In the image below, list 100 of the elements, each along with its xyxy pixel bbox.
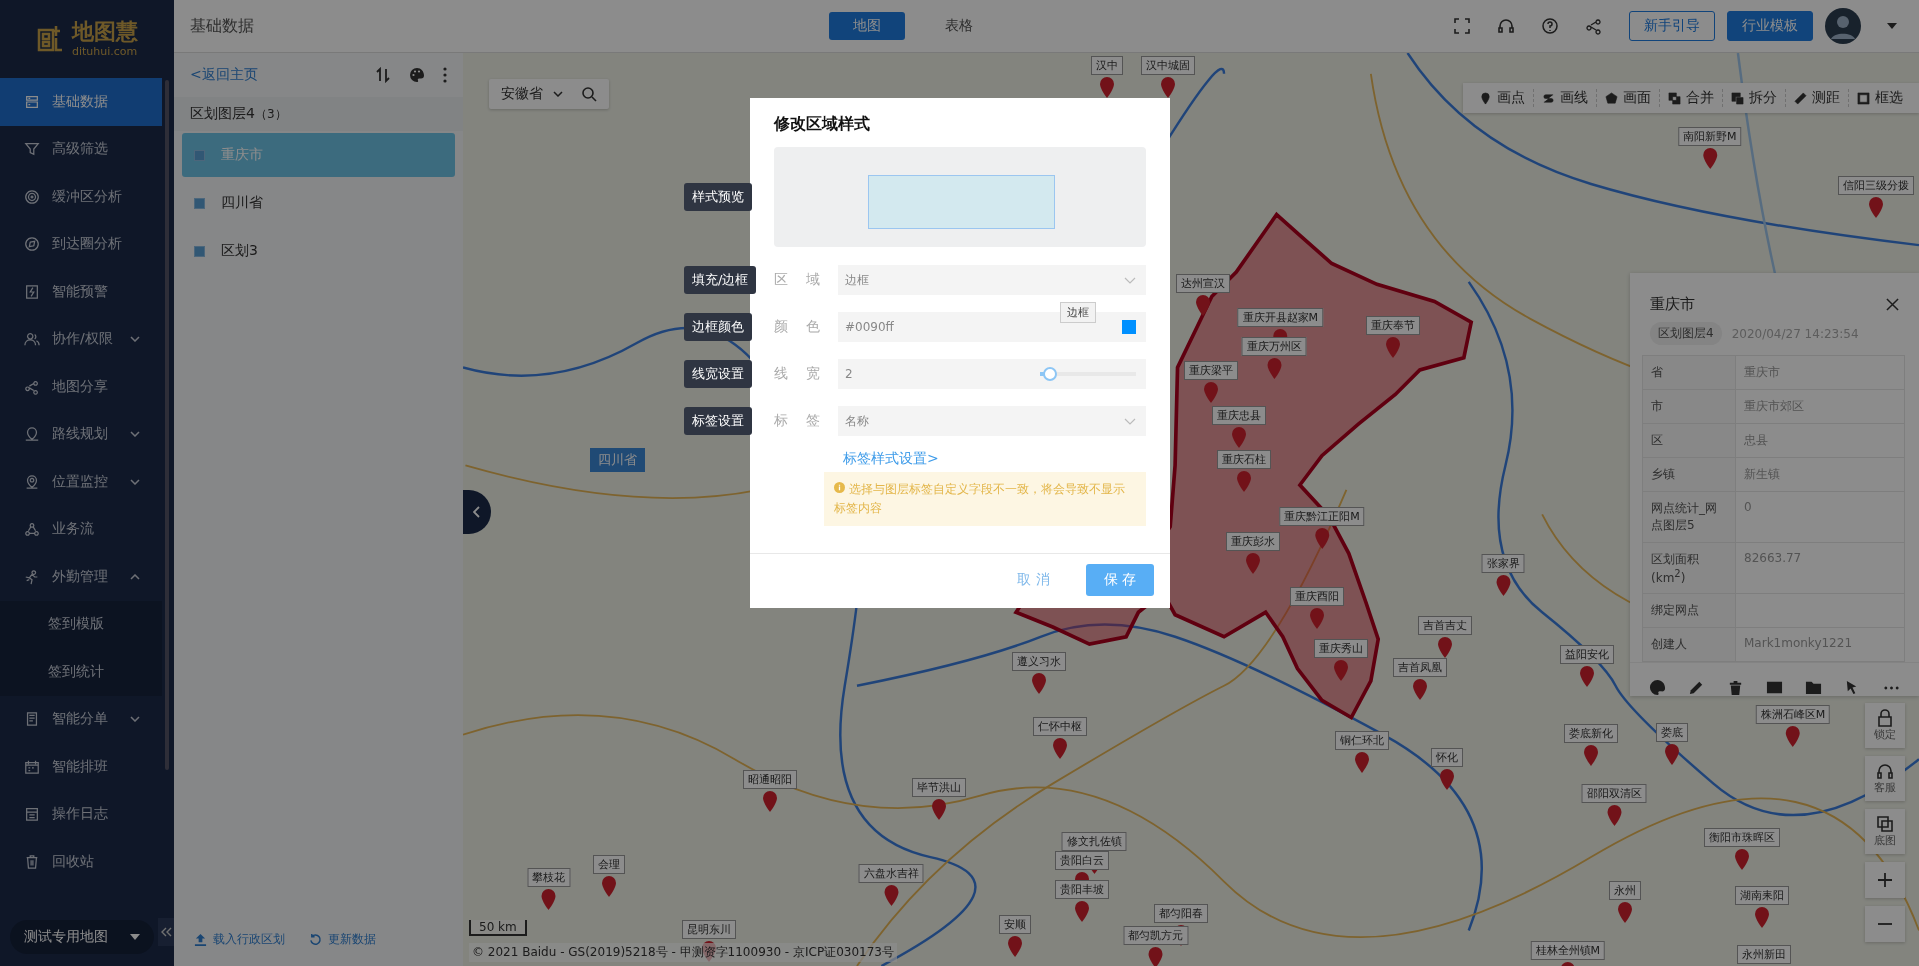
share-icon[interactable]	[1585, 17, 1603, 35]
nav-item[interactable]: 回收站	[0, 838, 162, 886]
marker-label: 重庆彭水	[1226, 532, 1281, 552]
nav-item[interactable]: 协作/权限	[0, 315, 162, 363]
help-icon[interactable]	[1541, 17, 1559, 35]
nav-item[interactable]: 外勤管理	[0, 553, 162, 601]
nav-item[interactable]: 智能排班	[0, 743, 162, 791]
dialog-button[interactable]: 保 存	[1085, 564, 1154, 596]
map-tool-button[interactable]: 框选	[1849, 89, 1911, 107]
info-title: 重庆市	[1650, 295, 1695, 314]
zoom-in-button[interactable]	[1865, 862, 1905, 898]
nav-item[interactable]: 业务流	[0, 505, 162, 553]
field-label: 标 签	[774, 412, 822, 430]
palette-icon[interactable]	[1649, 679, 1666, 696]
info-icon	[834, 482, 845, 493]
nav-item[interactable]: 操作日志	[0, 790, 162, 838]
table-cell: 绑定网点	[1642, 593, 1736, 628]
map-control-button[interactable]: 底图	[1865, 809, 1905, 854]
users-icon	[24, 331, 40, 348]
slider-thumb[interactable]	[1043, 367, 1058, 381]
nav-item[interactable]: 基础数据	[0, 78, 162, 126]
trash-icon[interactable]	[1727, 679, 1744, 696]
folder-icon[interactable]	[1805, 679, 1822, 696]
select-field[interactable]: 边框	[838, 265, 1146, 295]
marker-label: 重庆酉阳	[1290, 587, 1344, 607]
merge-icon	[1668, 91, 1681, 105]
panel-action-link[interactable]: 载入行政区划	[194, 931, 285, 948]
map-tool-button[interactable]: 画线	[1534, 89, 1597, 107]
panel-action-link[interactable]: 更新数据	[309, 931, 376, 948]
map-tool-button[interactable]: 合并	[1660, 89, 1723, 107]
nav-item[interactable]: 到达圈分析	[0, 220, 162, 268]
close-icon[interactable]	[1886, 298, 1899, 311]
marker-label: 信阳三级分拨	[1838, 176, 1915, 196]
select-field[interactable]: 名称	[838, 406, 1146, 436]
caret-icon[interactable]	[1887, 23, 1897, 29]
fullscreen-icon[interactable]	[1453, 17, 1471, 35]
layer-item[interactable]: 区划3	[182, 229, 455, 273]
trash-icon	[24, 853, 40, 870]
marker-label: 邵阳双清区	[1581, 784, 1647, 804]
nav-item[interactable]: 位置监控	[0, 458, 162, 506]
header-button[interactable]: 行业模板	[1727, 11, 1813, 41]
marker-label: 汉中城固	[1140, 56, 1195, 76]
nav-item[interactable]: 智能预警	[0, 268, 162, 316]
nav-item[interactable]: 缓冲区分析	[0, 173, 162, 221]
double-chevron-icon	[160, 927, 172, 937]
nav-item[interactable]: 路线规划	[0, 410, 162, 458]
collapse-button[interactable]	[158, 918, 174, 946]
avatar-icon[interactable]	[1825, 8, 1861, 44]
color-swatch[interactable]	[1122, 320, 1136, 334]
marker-label: 永州	[1609, 881, 1642, 901]
map-control-button[interactable]: 客服	[1865, 756, 1905, 801]
marker-label: 修文扎佐镇	[1061, 832, 1127, 852]
nav-subitem[interactable]: 签到模版	[0, 600, 162, 648]
pin-icon[interactable]	[1159, 77, 1176, 100]
marker-label: 湖南耒阳	[1735, 886, 1790, 905]
headset-icon	[1876, 762, 1894, 780]
dialog-button[interactable]: 取 消	[999, 564, 1068, 596]
upload-icon	[194, 933, 207, 946]
palette-icon[interactable]	[409, 67, 425, 83]
dialog-title: 修改区域样式	[772, 113, 871, 135]
layer-tag: 区划图层4	[1650, 322, 1722, 345]
layer-item[interactable]: 四川省	[182, 181, 455, 225]
marker-label: 安顺	[998, 915, 1031, 935]
marker-label: 都匀凯方元	[1123, 926, 1188, 946]
map-control-button[interactable]: 锁定	[1865, 703, 1905, 748]
logo-domain: dituhui.com	[72, 44, 138, 58]
map-dropdown[interactable]: 测试专用地图	[10, 920, 154, 954]
pencil-icon[interactable]	[1688, 679, 1705, 696]
back-link[interactable]: <返回主页	[190, 66, 258, 84]
callout-label: 线宽设置	[684, 360, 752, 388]
clipboard-icon	[24, 806, 40, 823]
map-tool-button[interactable]: 画点	[1471, 89, 1534, 107]
marker-label: 遵义习水	[1012, 652, 1067, 672]
view-tab[interactable]: 表格	[921, 12, 997, 40]
view-tab[interactable]: 地图	[829, 12, 905, 40]
search-icon[interactable]	[581, 86, 597, 102]
nav-subitem[interactable]: 签到统计	[0, 648, 162, 696]
target-icon	[24, 188, 40, 205]
pin-icon[interactable]	[1098, 77, 1115, 100]
callout-label: 标签设置	[684, 407, 752, 435]
label-style-link[interactable]: 标签样式设置>	[843, 450, 1170, 468]
line-icon	[1542, 91, 1555, 105]
map-tool-button[interactable]: 画面	[1597, 89, 1660, 107]
warning-message: 选择与图层标签自定义字段不一致，将会导致不显示标签内容	[824, 472, 1146, 527]
compass-icon	[24, 236, 40, 253]
nav-item[interactable]: 地图分享	[0, 363, 162, 411]
table-cell: 网点统计_网点图层5	[1642, 491, 1736, 543]
header-button[interactable]: 新手引导	[1629, 11, 1715, 41]
layers-icon	[1876, 815, 1894, 833]
marker-label: 重庆开县赵家M	[1237, 308, 1324, 328]
headset-icon[interactable]	[1497, 17, 1515, 35]
caret-icon	[130, 934, 140, 940]
more-icon[interactable]	[443, 67, 447, 83]
share-icon	[24, 378, 40, 395]
map-tool-button[interactable]: 测距	[1786, 89, 1849, 107]
marker-label: 桂林全州镇M	[1530, 941, 1606, 961]
map-tool-button[interactable]: 拆分	[1723, 89, 1786, 107]
marker-label: 娄底新化	[1564, 724, 1619, 744]
chevron-icon	[1124, 276, 1136, 284]
sort-icon[interactable]	[375, 67, 391, 83]
